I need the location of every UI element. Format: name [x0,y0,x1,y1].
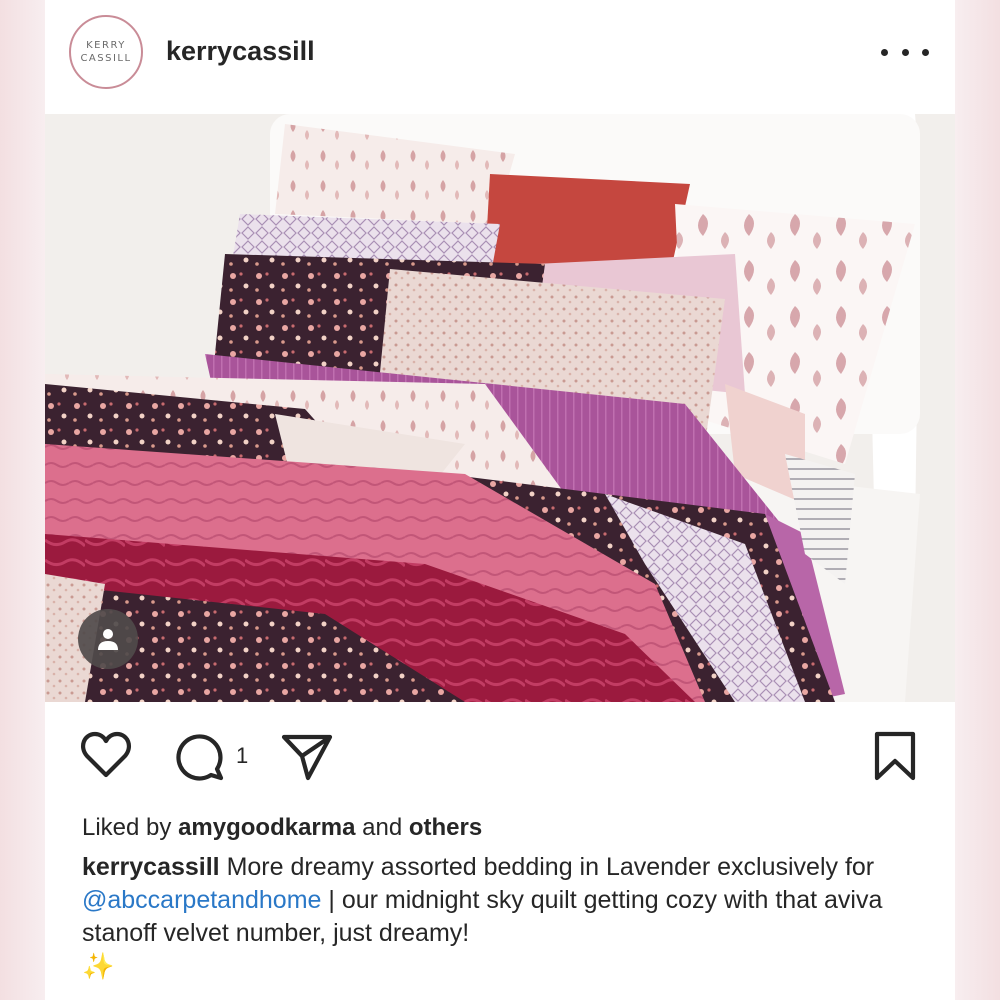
tagged-user-icon[interactable] [78,609,138,669]
avatar[interactable]: KERRY CASSILL [69,15,143,89]
person-icon [98,629,118,650]
action-bar: 1 [45,725,955,787]
comment-count[interactable]: 1 [236,743,248,769]
more-options-icon[interactable] [881,38,929,66]
comment-bubble-icon[interactable] [173,731,225,781]
bookmark-icon[interactable] [873,731,917,781]
liked-by-user[interactable]: amygoodkarma [178,814,355,841]
bedding-photo [45,114,955,702]
avatar-text-line2: CASSILL [80,53,132,64]
post-caption: kerrycassill More dreamy assorted beddin… [82,851,932,984]
avatar-text-line1: KERRY [86,40,126,51]
caption-author[interactable]: kerrycassill [82,853,220,881]
heart-icon[interactable] [80,731,132,779]
likes-others-link[interactable]: others [409,814,482,841]
caption-mention[interactable]: @abccarpetandhome [82,886,321,914]
post-header: KERRY CASSILL kerrycassill [45,0,955,112]
post-image[interactable] [45,114,955,702]
likes-connector: and [362,814,403,841]
likes-prefix: Liked by [82,814,172,841]
send-icon[interactable] [281,733,333,781]
post-card: KERRY CASSILL kerrycassill 1 Liked by am… [45,0,955,1000]
likes-line: Liked by amygoodkarma and others [82,814,482,842]
username[interactable]: kerrycassill [166,36,315,67]
sparkles-emoji: ✨ [82,951,115,981]
caption-text-before: More dreamy assorted bedding in Lavender… [226,853,875,881]
